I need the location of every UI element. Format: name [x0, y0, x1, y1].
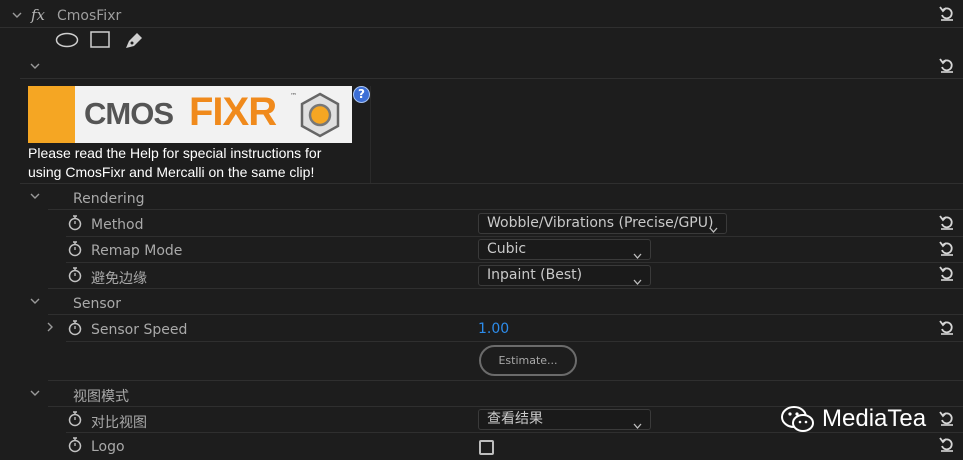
stopwatch-icon[interactable]	[68, 411, 82, 427]
group-sensor-label: Sensor	[73, 296, 121, 312]
method-dropdown[interactable]: Wobble/Vibrations (Precise/GPU)	[478, 213, 727, 234]
expand-chevron-icon[interactable]	[44, 321, 56, 333]
collapse-chevron-icon[interactable]	[29, 190, 41, 202]
remap-mode-dropdown[interactable]: Cubic	[478, 239, 651, 260]
chevron-down-icon	[709, 220, 718, 233]
help-text-line-1: Please read the Help for special instruc…	[28, 145, 322, 161]
sensor-speed-value[interactable]: 1.00	[478, 321, 509, 337]
reset-icon[interactable]	[938, 239, 956, 257]
group-view-mode-label: 视图模式	[73, 389, 129, 405]
method-value: Wobble/Vibrations (Precise/GPU)	[487, 215, 714, 231]
reset-icon[interactable]	[938, 213, 956, 231]
avoid-edges-dropdown[interactable]: Inpaint (Best)	[478, 265, 651, 286]
stopwatch-icon[interactable]	[68, 437, 82, 453]
compare-view-value: 查看结果	[487, 411, 543, 427]
collapse-chevron-icon[interactable]	[29, 295, 41, 307]
reset-icon[interactable]	[938, 264, 956, 282]
method-label: Method	[91, 217, 144, 233]
logo-checkbox[interactable]	[479, 440, 494, 455]
help-text-line-2: using CmosFixr and Mercalli on the same …	[28, 164, 315, 180]
reset-icon[interactable]	[938, 4, 956, 22]
stopwatch-icon[interactable]	[68, 267, 82, 283]
reset-icon[interactable]	[938, 435, 956, 453]
remap-mode-label: Remap Mode	[91, 243, 183, 259]
compare-view-dropdown[interactable]: 查看结果	[478, 409, 651, 430]
cmosfixr-logo: CMOS FIXR ™	[28, 86, 352, 143]
estimate-button[interactable]: Estimate...	[479, 345, 577, 376]
fx-badge[interactable]: fx	[31, 6, 45, 24]
watermark-text: MediaTea	[822, 405, 927, 432]
group-rendering-label: Rendering	[73, 191, 145, 207]
reset-icon[interactable]	[938, 409, 956, 427]
pen-mask-icon[interactable]	[123, 30, 145, 50]
remap-mode-value: Cubic	[487, 241, 527, 257]
sensor-speed-label: Sensor Speed	[91, 322, 188, 338]
collapse-chevron-icon[interactable]	[29, 60, 41, 72]
logo-text-cmos: CMOS	[84, 96, 174, 131]
logo-param-label: Logo	[91, 439, 125, 455]
chevron-down-icon	[633, 246, 642, 259]
rectangle-mask-icon[interactable]	[90, 31, 110, 49]
help-text: Please read the Help for special instruc…	[28, 144, 321, 182]
collapse-chevron-icon[interactable]	[29, 387, 41, 399]
chevron-down-icon	[633, 416, 642, 429]
stopwatch-icon[interactable]	[68, 215, 82, 231]
compare-view-label: 对比视图	[91, 415, 147, 431]
avoid-edges-value: Inpaint (Best)	[487, 267, 583, 283]
collapse-chevron-icon[interactable]	[11, 9, 23, 21]
logo-hex-icon	[296, 91, 344, 139]
stopwatch-icon[interactable]	[68, 241, 82, 257]
ellipse-mask-icon[interactable]	[55, 32, 79, 48]
effect-name: CmosFixr	[57, 8, 122, 24]
avoid-edges-label: 避免边缘	[91, 271, 147, 287]
stopwatch-icon[interactable]	[68, 320, 82, 336]
reset-icon[interactable]	[938, 318, 956, 336]
reset-icon[interactable]	[938, 56, 956, 74]
wechat-icon	[780, 404, 816, 434]
help-icon[interactable]: ?	[353, 86, 370, 103]
chevron-down-icon	[633, 272, 642, 285]
logo-text-fixr: FIXR	[189, 90, 277, 134]
